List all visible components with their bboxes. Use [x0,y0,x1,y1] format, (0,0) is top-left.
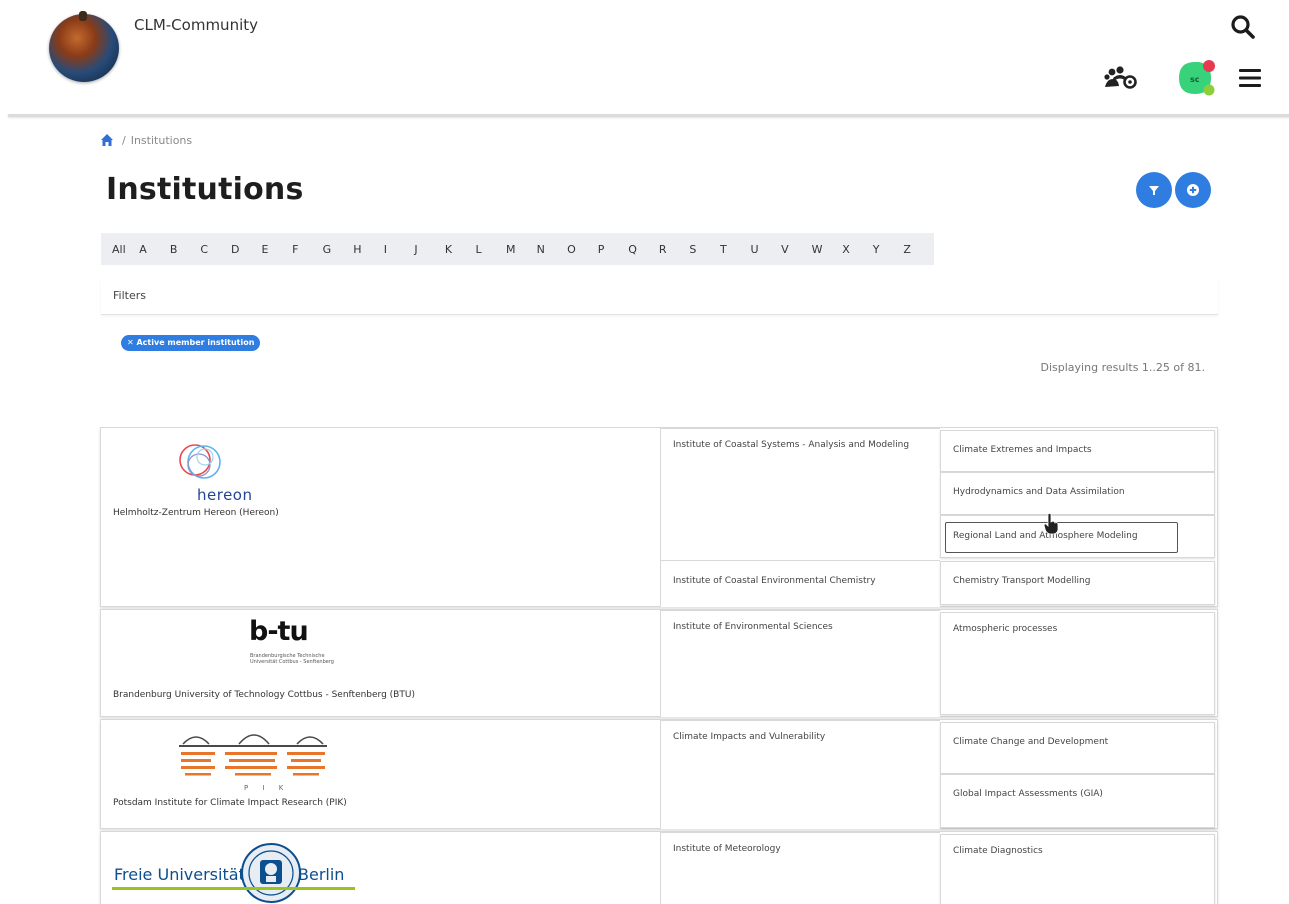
alphabet-filter-s[interactable]: S [689,243,720,256]
group-cell[interactable]: Climate Extremes and Impacts [940,430,1215,472]
table-row: b-tu Brandenburgische Technische Univers… [100,609,1218,717]
page-title: Institutions [106,172,304,207]
fu-logo-right-text: Berlin [298,865,345,884]
group-label[interactable]: Climate Change and Development [953,737,1108,747]
alphabet-filter-y[interactable]: Y [873,243,904,256]
department-label[interactable]: Climate Impacts and Vulnerability [673,731,923,744]
group-label[interactable]: Atmospheric processes [953,624,1057,634]
alphabet-filter-j[interactable]: J [414,243,445,256]
pik-logo [179,734,327,776]
alphabet-filter-x[interactable]: X [842,243,873,256]
home-icon[interactable] [100,133,114,147]
search-icon[interactable] [1224,8,1262,46]
institution-name[interactable]: Helmholtz-Zentrum Hereon (Hereon) [113,508,279,518]
alphabet-filter-l[interactable]: L [475,243,506,256]
department-cell[interactable]: Institute of Coastal Systems - Analysis … [660,428,940,560]
group-cell[interactable]: Global Impact Assessments (GIA) [940,774,1215,828]
department-label[interactable]: Institute of Coastal Systems - Analysis … [673,439,923,452]
breadcrumb: / Institutions [100,133,192,147]
group-cell[interactable]: Regional Land and Atmosphere Modeling [940,515,1215,558]
site-logo[interactable] [49,11,119,82]
alphabet-filter: All A B C D E F G H I J K L M N O P Q R S T U V W X Y Z [101,233,934,265]
institution-name[interactable]: Brandenburg University of Technology Cot… [113,690,415,700]
plus-circle-icon [1187,184,1199,196]
alphabet-filter-f[interactable]: F [292,243,323,256]
group-label[interactable]: Hydrodynamics and Data Assimilation [953,487,1125,497]
alphabet-filter-u[interactable]: U [751,243,782,256]
hand-cursor-icon [1043,513,1059,535]
alphabet-filter-t[interactable]: T [720,243,751,256]
alphabet-filter-r[interactable]: R [659,243,690,256]
group-cell[interactable]: Climate Change and Development [940,722,1215,774]
filters-label: Filters [113,289,146,302]
fu-logo-left-text: Freie Universität [114,865,245,884]
avatar-icon[interactable]: sc [1172,56,1220,100]
filters-panel[interactable]: Filters [101,279,1218,315]
filter-icon [1149,186,1159,195]
btu-logo-subtext: Brandenburgische Technische Universität … [250,653,334,665]
group-cell[interactable]: Chemistry Transport Modelling [940,561,1215,605]
alphabet-filter-i[interactable]: I [384,243,415,256]
department-label[interactable]: Institute of Environmental Sciences [673,621,923,634]
filter-button[interactable] [1136,172,1172,208]
alphabet-filter-all[interactable]: All [112,243,139,256]
department-cell[interactable]: Institute of Meteorology [660,832,940,904]
alphabet-filter-d[interactable]: D [231,243,262,256]
table-row: Freie Universität Berlin Institute of Me… [100,831,1218,904]
group-label[interactable]: Chemistry Transport Modelling [953,576,1090,586]
add-button[interactable] [1175,172,1211,208]
group-label[interactable]: Climate Diagnostics [953,846,1043,856]
alphabet-filter-n[interactable]: N [537,243,568,256]
institution-cell[interactable]: P I K Potsdam Institute for Climate Impa… [101,720,660,828]
department-cell[interactable]: Institute of Environmental Sciences [660,610,940,717]
alphabet-filter-c[interactable]: C [200,243,231,256]
hereon-logo-text: hereon [197,486,253,504]
group-label[interactable]: Climate Extremes and Impacts [953,445,1092,455]
institution-cell[interactable]: Freie Universität Berlin [101,832,660,904]
results-count: Displaying results 1..25 of 81. [1040,361,1205,374]
institution-cell[interactable]: b-tu Brandenburgische Technische Univers… [101,610,660,716]
svg-text:sc: sc [1190,75,1200,84]
alphabet-filter-q[interactable]: Q [628,243,659,256]
fu-seal-icon [241,843,301,903]
table-row: P I K Potsdam Institute for Climate Impa… [100,719,1218,829]
alphabet-filter-z[interactable]: Z [903,243,934,256]
active-filter-chip[interactable]: ✕ Active member institution [121,335,261,351]
breadcrumb-current: Institutions [130,133,193,147]
group-cell[interactable]: Atmospheric processes [940,612,1215,715]
department-cell[interactable]: Institute of Coastal Environmental Chemi… [660,560,940,607]
group-label[interactable]: Global Impact Assessments (GIA) [953,789,1103,799]
groups-icon[interactable] [1100,60,1142,96]
breadcrumb-separator: / [122,133,126,147]
fu-logo-underline [112,887,355,890]
department-cell[interactable]: Climate Impacts and Vulnerability [660,720,940,829]
alphabet-filter-a[interactable]: A [139,243,170,256]
alphabet-filter-h[interactable]: H [353,243,384,256]
department-label[interactable]: Institute of Coastal Environmental Chemi… [673,575,923,588]
header-divider [8,114,1289,117]
group-cell[interactable]: Hydrodynamics and Data Assimilation [940,472,1215,515]
alphabet-filter-e[interactable]: E [262,243,293,256]
menu-icon[interactable] [1232,60,1268,96]
alphabet-filter-v[interactable]: V [781,243,812,256]
alphabet-filter-g[interactable]: G [323,243,354,256]
site-header: CLM-Community sc [0,0,1289,115]
alphabet-filter-b[interactable]: B [170,243,201,256]
alphabet-filter-o[interactable]: O [567,243,598,256]
btu-logo-text: b-tu [249,616,309,647]
alphabet-filter-p[interactable]: P [598,243,629,256]
department-label[interactable]: Institute of Meteorology [673,843,923,856]
alphabet-filter-k[interactable]: K [445,243,476,256]
hereon-logo [179,444,221,479]
institution-cell[interactable]: hereon Helmholtz-Zentrum Hereon (Hereon) [101,428,660,606]
institution-name[interactable]: Potsdam Institute for Climate Impact Res… [113,798,347,808]
alphabet-filter-w[interactable]: W [812,243,843,256]
group-cell[interactable]: Climate Diagnostics [940,834,1215,904]
site-name[interactable]: CLM-Community [134,16,258,34]
pik-logo-letters: P I K [244,784,290,792]
alphabet-filter-m[interactable]: M [506,243,537,256]
